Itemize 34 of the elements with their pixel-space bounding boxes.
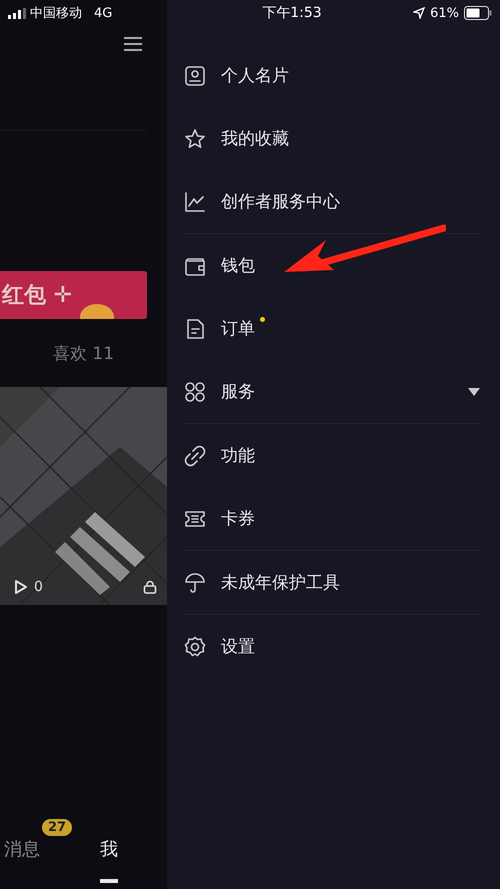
battery-percent: 61% — [430, 6, 459, 20]
likes-tab[interactable]: 喜欢 11 — [52, 342, 114, 364]
menu-icon[interactable] — [123, 36, 143, 52]
carrier-name: 中国移动 — [30, 5, 82, 22]
menu-item[interactable]: 功能 — [221, 444, 255, 467]
clock-time: 下午1:53 — [261, 4, 323, 22]
play-icon — [14, 579, 28, 595]
menu-item[interactable]: 服务 — [221, 380, 255, 403]
grid-icon — [184, 380, 206, 402]
menu-item[interactable]: 订单 — [221, 317, 255, 340]
menu-item[interactable]: 钱包 — [221, 254, 255, 277]
link-icon — [184, 444, 206, 466]
lock-icon — [143, 580, 157, 594]
menu-item[interactable]: 卡券 — [221, 507, 255, 530]
gear-icon — [184, 636, 206, 658]
play-count: 0 — [34, 579, 43, 595]
menu-item[interactable]: 我的收藏 — [221, 127, 289, 150]
tab-item[interactable]: 我 — [100, 827, 118, 883]
location-icon — [413, 7, 426, 19]
menu-item[interactable]: 创作者服务中心 — [221, 190, 340, 213]
menu-item[interactable]: 设置 — [221, 635, 255, 658]
battery-icon — [464, 6, 492, 20]
card-icon — [184, 64, 206, 86]
doc-icon — [184, 318, 206, 340]
umbrella-icon — [184, 572, 206, 594]
chart-icon — [184, 190, 206, 212]
network-type: 4G — [94, 6, 112, 20]
promo-banner[interactable]: 红包 ✛ — [0, 271, 147, 319]
menu-item[interactable]: 未成年保护工具 — [221, 571, 340, 594]
signal-icon — [8, 8, 26, 18]
caret-icon[interactable] — [468, 388, 480, 396]
unread-badge: 27 — [42, 819, 72, 836]
star-icon — [184, 128, 206, 150]
menu-item[interactable]: 个人名片 — [221, 64, 289, 87]
